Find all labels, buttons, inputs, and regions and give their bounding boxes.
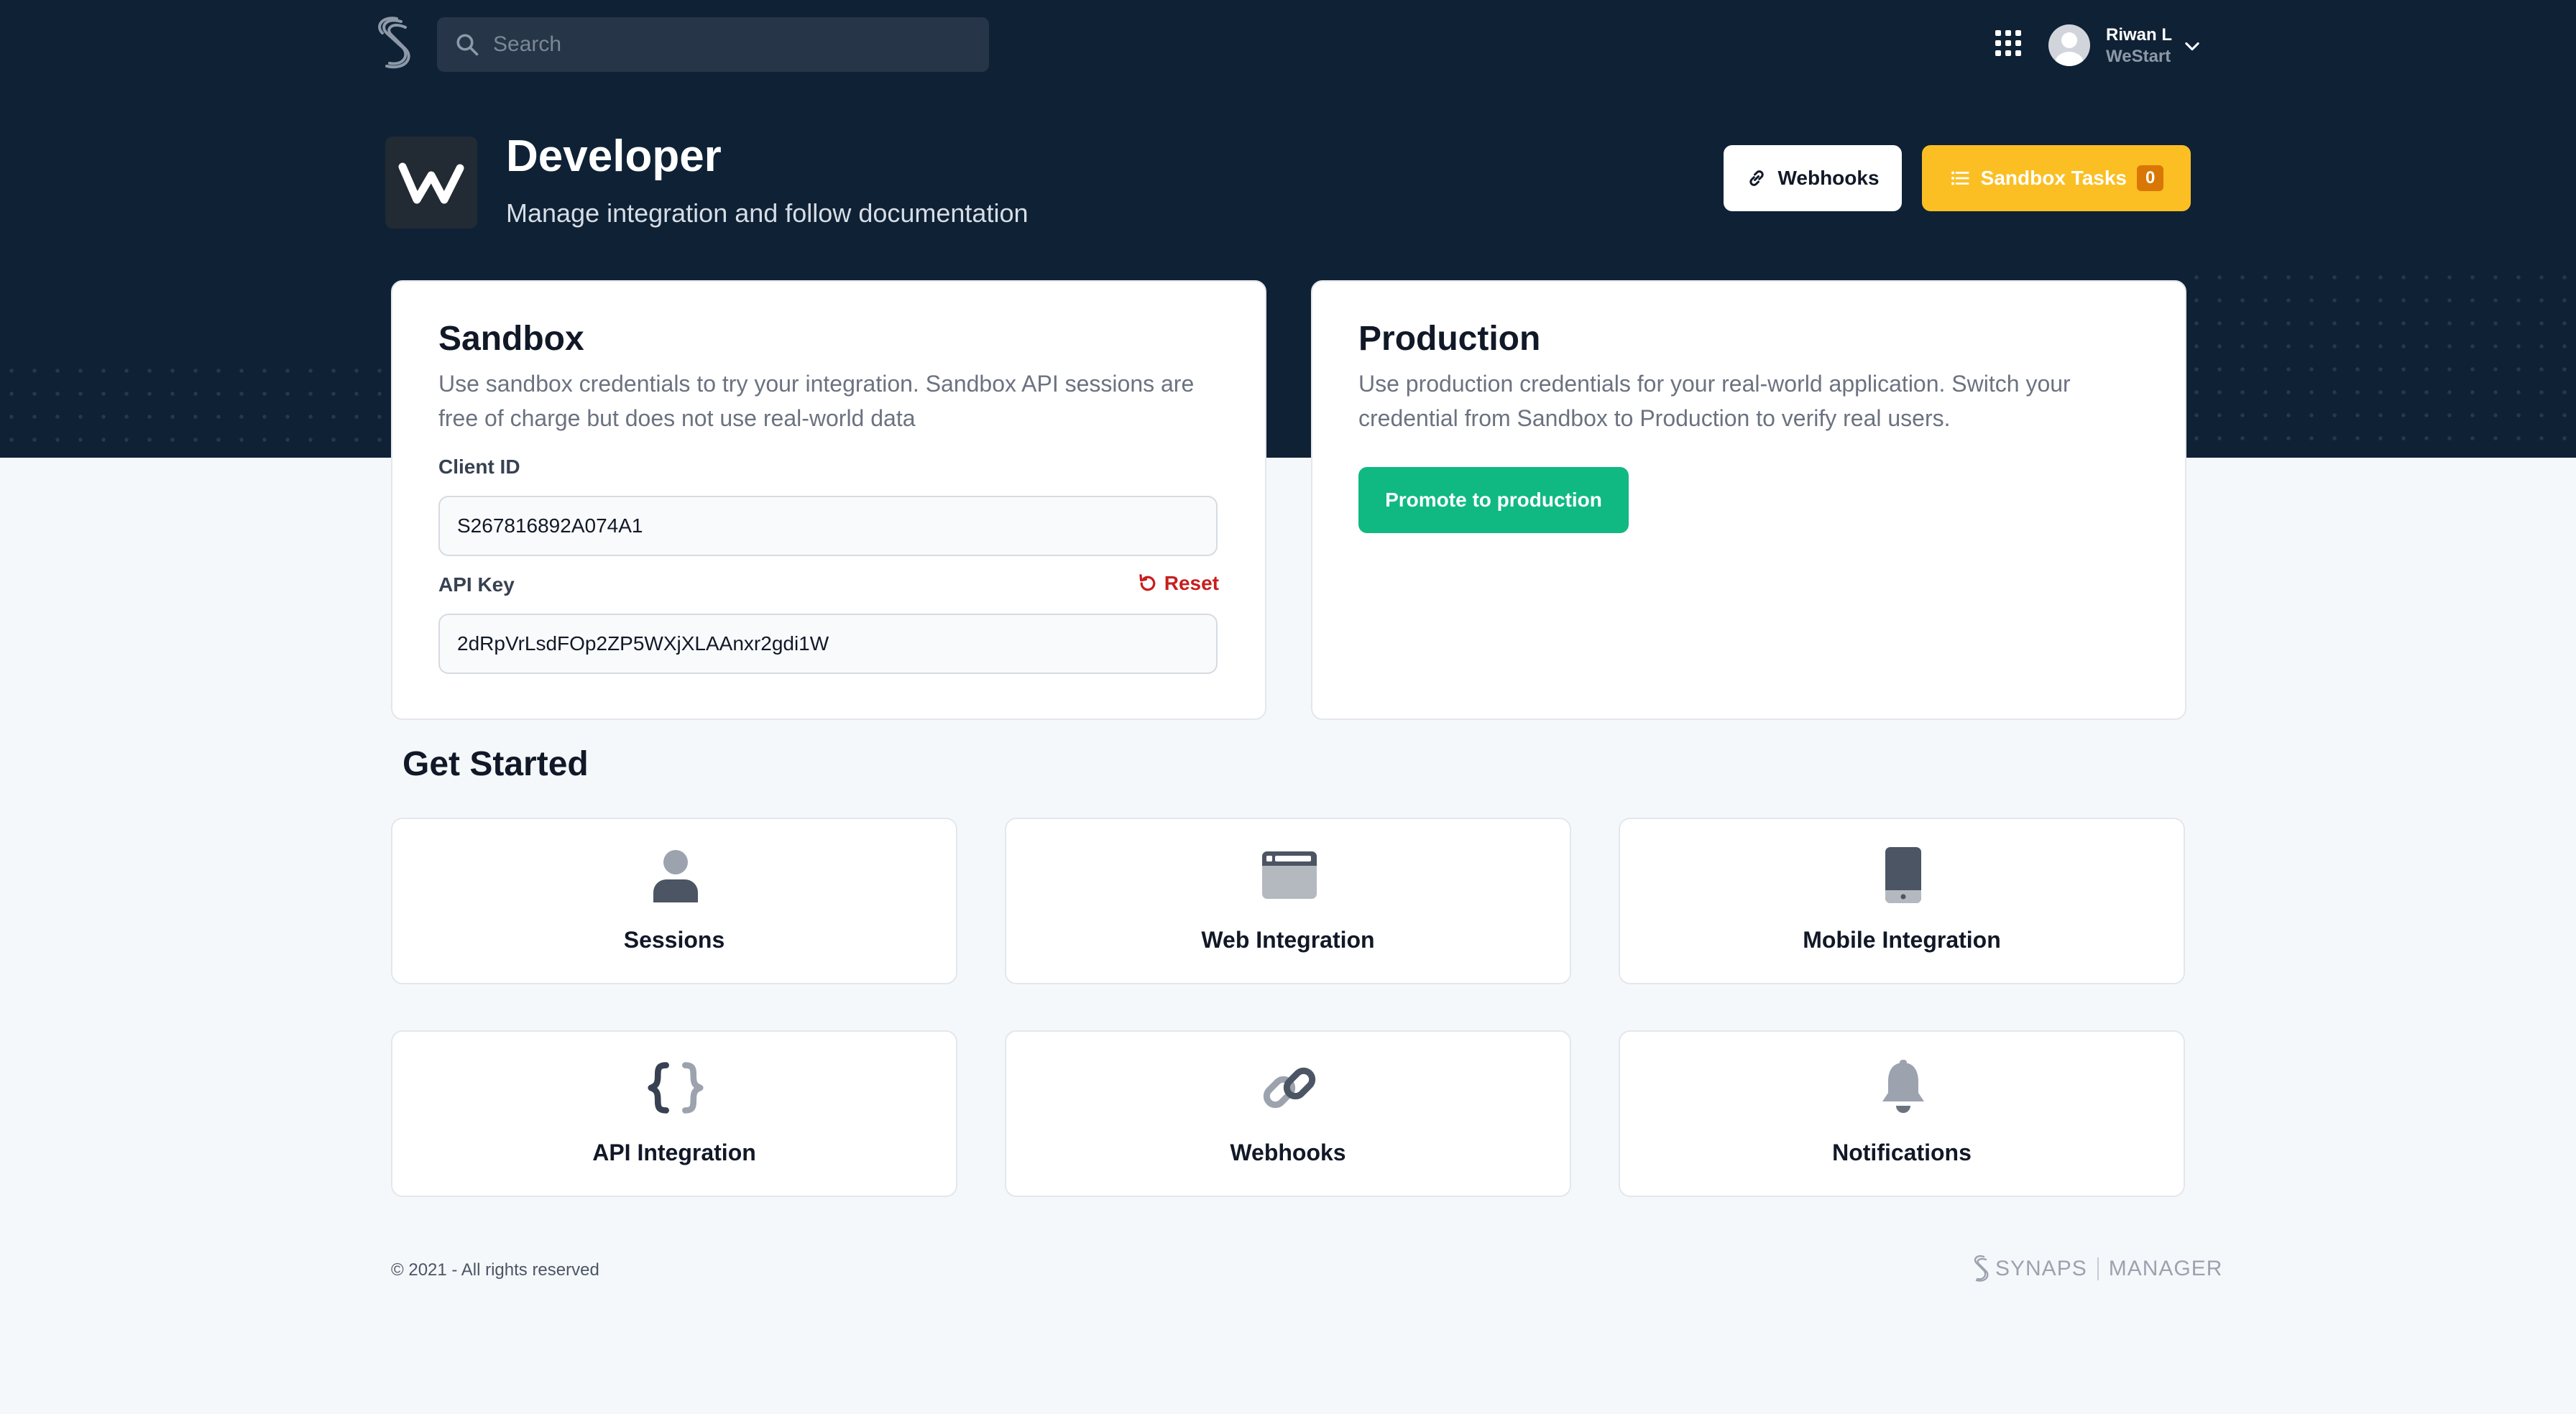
avatar[interactable] — [2048, 24, 2090, 66]
user-organization: WeStart — [2106, 47, 2171, 66]
tile-label: Notifications — [1832, 1140, 1972, 1165]
code-braces-icon — [647, 1059, 704, 1117]
tile-notifications[interactable]: Notifications — [1619, 1030, 2185, 1197]
footer-brand-divider — [2097, 1257, 2099, 1280]
sandbox-card: Sandbox Use sandbox credentials to try y… — [391, 280, 1266, 720]
tile-label: Sessions — [623, 927, 725, 953]
synaps-logo-icon — [1974, 1255, 1989, 1282]
reset-icon — [1139, 574, 1156, 591]
footer-brand[interactable]: SYNAPS MANAGER — [1971, 1254, 2222, 1283]
tile-mobile-integration[interactable]: Mobile Integration — [1619, 818, 2185, 984]
production-card: Production Use production credentials fo… — [1311, 280, 2186, 720]
tile-web-integration[interactable]: Web Integration — [1005, 818, 1571, 984]
dot-pattern-right — [2185, 266, 2576, 458]
user-menu[interactable]: Riwan L WeStart — [2106, 24, 2172, 68]
search-bar[interactable] — [437, 17, 989, 72]
webhooks-button-label: Webhooks — [1777, 167, 1880, 189]
footer-copyright: © 2021 - All rights reserved — [391, 1260, 599, 1280]
get-started-title: Get Started — [402, 745, 589, 783]
reset-api-key-link[interactable]: Reset — [1137, 572, 1219, 595]
tile-api-integration[interactable]: API Integration — [391, 1030, 957, 1197]
tile-webhooks[interactable]: Webhooks — [1005, 1030, 1571, 1197]
api-key-label: API Key — [438, 573, 515, 596]
sandbox-title: Sandbox — [438, 320, 584, 358]
sandbox-description: Use sandbox credentials to try your inte… — [438, 371, 1195, 431]
reset-label: Reset — [1164, 572, 1219, 594]
user-name: Riwan L — [2106, 25, 2173, 45]
bell-icon — [1874, 1059, 1932, 1117]
mobile-phone-icon — [1874, 846, 1932, 904]
westart-logo-icon — [398, 162, 464, 204]
search-input[interactable] — [493, 32, 953, 57]
browser-window-icon — [1261, 846, 1318, 904]
tile-label: Mobile Integration — [1803, 927, 2001, 953]
tile-label: Web Integration — [1201, 927, 1375, 953]
search-icon — [456, 34, 479, 56]
page-subtitle: Manage integration and follow documentat… — [506, 198, 1029, 228]
footer-product-name: MANAGER — [2108, 1257, 2223, 1280]
production-description: Use production credentials for your real… — [1358, 371, 2071, 431]
production-title: Production — [1358, 320, 1541, 358]
client-id-field[interactable] — [438, 496, 1218, 556]
api-key-field[interactable] — [438, 614, 1218, 674]
footer-brand-name: SYNAPS — [1995, 1257, 2087, 1280]
chevron-down-icon[interactable] — [2182, 36, 2202, 56]
link-icon — [1261, 1059, 1318, 1117]
user-icon — [647, 846, 704, 904]
sandbox-tasks-count-badge: 0 — [2136, 165, 2164, 191]
webhooks-button[interactable]: Webhooks — [1724, 145, 1902, 211]
company-logo — [385, 137, 477, 228]
tile-label: Webhooks — [1230, 1140, 1346, 1165]
list-icon — [1951, 171, 1969, 185]
dot-pattern-left — [0, 359, 402, 458]
sandbox-tasks-label: Sandbox Tasks — [1980, 167, 2127, 189]
sandbox-tasks-button[interactable]: Sandbox Tasks 0 — [1922, 145, 2191, 211]
synaps-logo-icon[interactable] — [372, 16, 417, 72]
page-title: Developer — [506, 131, 722, 181]
promote-to-production-button[interactable]: Promote to production — [1358, 467, 1629, 533]
link-icon — [1749, 170, 1765, 186]
client-id-label: Client ID — [438, 456, 520, 478]
tile-label: API Integration — [592, 1140, 756, 1165]
tile-sessions[interactable]: Sessions — [391, 818, 957, 984]
app-grid-icon[interactable] — [1995, 30, 2021, 56]
